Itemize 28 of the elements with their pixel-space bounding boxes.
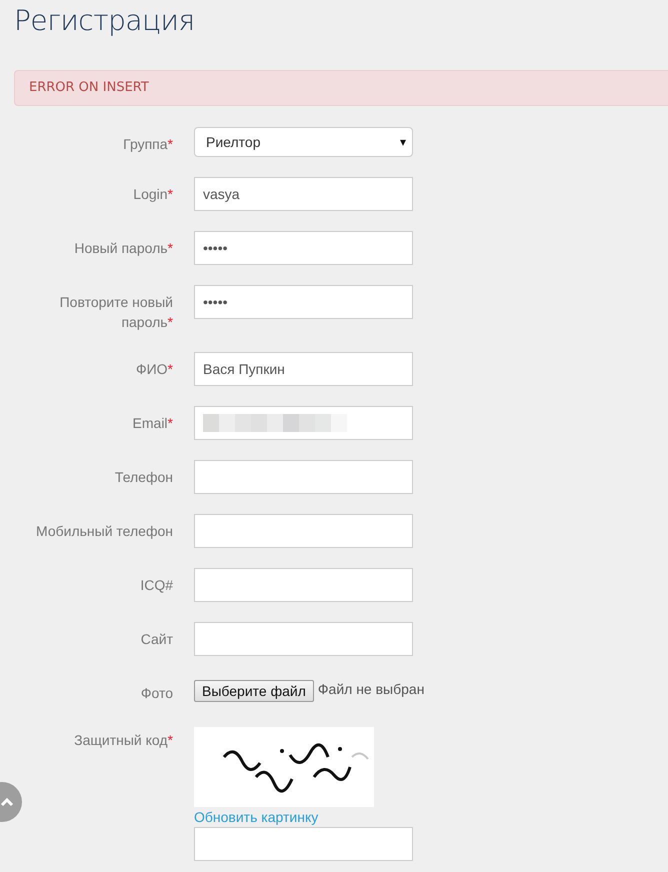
field-label: Сайт <box>140 631 173 647</box>
field-label: Фото <box>140 685 173 701</box>
input-field[interactable]: ••••• <box>194 285 413 319</box>
error-alert: ERROR ON INSERT <box>14 70 668 106</box>
input-field[interactable] <box>194 406 413 440</box>
input-field[interactable]: vasya <box>194 177 413 211</box>
input-field[interactable] <box>194 622 413 656</box>
field-label: Мобильный телефон <box>36 523 173 539</box>
field-label: Защитный код* <box>74 732 173 748</box>
field-label: Login* <box>133 186 173 202</box>
page-title: Регистрация <box>13 3 196 39</box>
field-label: Новый пароль* <box>74 240 173 256</box>
chevron-up-icon <box>0 797 14 807</box>
choose-file-button[interactable]: Выберите файл <box>194 680 314 702</box>
input-field[interactable] <box>194 827 413 861</box>
file-status: Файл не выбран <box>318 680 424 698</box>
field-label: ICQ# <box>140 577 173 593</box>
field-label: Телефон <box>114 469 173 485</box>
input-field[interactable]: ••••• <box>194 231 413 265</box>
field-label: Email* <box>132 415 173 431</box>
field-label: Повторите новый пароль* <box>60 294 173 330</box>
input-field[interactable]: Вася Пупкин <box>194 352 413 386</box>
input-field[interactable] <box>194 568 413 602</box>
input-field[interactable] <box>194 514 413 548</box>
input-field[interactable] <box>194 460 413 494</box>
field-label: Группа* <box>123 136 173 152</box>
field-label: ФИО* <box>136 361 173 377</box>
group-select[interactable]: Риелтор ▾ <box>194 127 413 157</box>
